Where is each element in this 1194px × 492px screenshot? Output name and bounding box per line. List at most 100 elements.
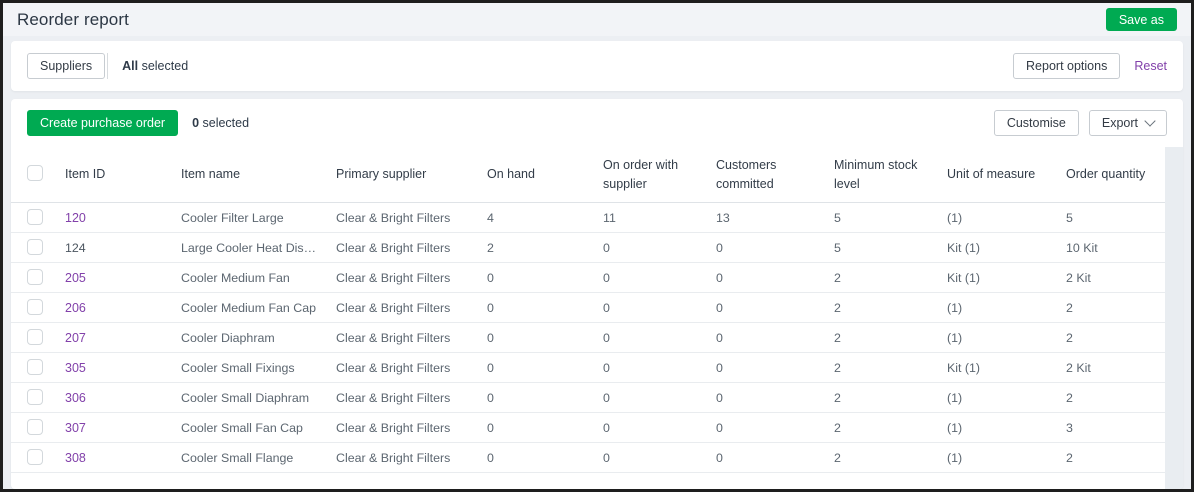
- page-title: Reorder report: [17, 10, 129, 30]
- row-checkbox-cell: [27, 448, 65, 467]
- row-checkbox[interactable]: [27, 329, 43, 345]
- table-scrollbar[interactable]: [1165, 147, 1183, 489]
- item-id-cell: 306: [65, 391, 181, 405]
- filter-selection-suffix: selected: [138, 59, 188, 73]
- order-quantity-cell: 3: [1066, 421, 1165, 435]
- min-stock-level-cell: 5: [834, 241, 947, 255]
- export-label: Export: [1102, 116, 1138, 130]
- primary-supplier-cell: Clear & Bright Filters: [336, 241, 487, 255]
- table-toolbar: Create purchase order 0 selected Customi…: [11, 99, 1183, 147]
- unit-of-measure-cell: Kit (1): [947, 361, 1066, 375]
- table-body: 120 Cooler Filter Large Clear & Bright F…: [11, 203, 1165, 473]
- primary-supplier-cell: Clear & Bright Filters: [336, 271, 487, 285]
- suppliers-filter-button[interactable]: Suppliers: [27, 53, 105, 79]
- create-purchase-order-button[interactable]: Create purchase order: [27, 110, 178, 136]
- customers-committed-cell: 0: [716, 451, 834, 465]
- on-hand-cell: 4: [487, 211, 603, 225]
- on-hand-cell: 0: [487, 391, 603, 405]
- table-row: 205 Cooler Medium Fan Clear & Bright Fil…: [11, 263, 1165, 293]
- save-as-button[interactable]: Save as: [1106, 8, 1177, 31]
- row-checkbox[interactable]: [27, 209, 43, 225]
- item-id-cell: 124: [65, 241, 181, 255]
- column-header-item-id: Item ID: [65, 165, 181, 183]
- unit-of-measure-cell: Kit (1): [947, 241, 1066, 255]
- row-checkbox[interactable]: [27, 419, 43, 435]
- on-hand-cell: 0: [487, 331, 603, 345]
- selected-count-value: 0: [192, 116, 199, 130]
- min-stock-level-cell: 2: [834, 391, 947, 405]
- item-id-link[interactable]: 306: [65, 391, 86, 405]
- report-options-button[interactable]: Report options: [1013, 53, 1120, 79]
- order-quantity-cell: 2: [1066, 331, 1165, 345]
- item-id-link[interactable]: 305: [65, 361, 86, 375]
- unit-of-measure-cell: (1): [947, 391, 1066, 405]
- on-hand-cell: 0: [487, 301, 603, 315]
- row-checkbox[interactable]: [27, 239, 43, 255]
- select-all-checkbox[interactable]: [27, 165, 43, 181]
- table-row: 308 Cooler Small Flange Clear & Bright F…: [11, 443, 1165, 473]
- page-header: Reorder report Save as: [3, 3, 1191, 36]
- on-hand-cell: 0: [487, 451, 603, 465]
- item-id-cell: 207: [65, 331, 181, 345]
- column-header-item-name: Item name: [181, 165, 336, 183]
- min-stock-level-cell: 2: [834, 331, 947, 345]
- on-order-cell: 0: [603, 361, 716, 375]
- table-row: 207 Cooler Diaphram Clear & Bright Filte…: [11, 323, 1165, 353]
- on-order-cell: 11: [603, 211, 716, 225]
- row-checkbox-cell: [27, 418, 65, 437]
- row-checkbox[interactable]: [27, 269, 43, 285]
- item-id-cell: 120: [65, 211, 181, 225]
- row-checkbox[interactable]: [27, 299, 43, 315]
- row-checkbox-cell: [27, 388, 65, 407]
- chevron-down-icon: [1144, 115, 1155, 126]
- on-order-cell: 0: [603, 451, 716, 465]
- item-name-cell: Cooler Small Fixings: [181, 361, 336, 375]
- customers-committed-cell: 0: [716, 241, 834, 255]
- row-checkbox-cell: [27, 208, 65, 227]
- order-quantity-cell: 2: [1066, 451, 1165, 465]
- table-row: 305 Cooler Small Fixings Clear & Bright …: [11, 353, 1165, 383]
- select-all-cell: [27, 164, 65, 185]
- row-checkbox[interactable]: [27, 389, 43, 405]
- row-checkbox-cell: [27, 298, 65, 317]
- item-id-link[interactable]: 120: [65, 211, 86, 225]
- selected-count-suffix: selected: [199, 116, 249, 130]
- item-id-link[interactable]: 205: [65, 271, 86, 285]
- row-checkbox[interactable]: [27, 449, 43, 465]
- item-name-cell: Cooler Filter Large: [181, 211, 336, 225]
- item-name-cell: Cooler Small Flange: [181, 451, 336, 465]
- min-stock-level-cell: 2: [834, 421, 947, 435]
- item-id-cell: 308: [65, 451, 181, 465]
- app-window: Reorder report Save as Suppliers All sel…: [0, 0, 1194, 492]
- unit-of-measure-cell: (1): [947, 451, 1066, 465]
- reset-link[interactable]: Reset: [1134, 59, 1167, 73]
- item-id-link[interactable]: 206: [65, 301, 86, 315]
- order-quantity-cell: 10 Kit: [1066, 241, 1165, 255]
- customers-committed-cell: 0: [716, 301, 834, 315]
- unit-of-measure-cell: Kit (1): [947, 271, 1066, 285]
- item-id-link[interactable]: 207: [65, 331, 86, 345]
- item-name-cell: Cooler Small Diaphram: [181, 391, 336, 405]
- item-id-link[interactable]: 308: [65, 451, 86, 465]
- min-stock-level-cell: 5: [834, 211, 947, 225]
- item-id-link[interactable]: 307: [65, 421, 86, 435]
- primary-supplier-cell: Clear & Bright Filters: [336, 421, 487, 435]
- row-checkbox[interactable]: [27, 359, 43, 375]
- min-stock-level-cell: 2: [834, 301, 947, 315]
- min-stock-level-cell: 2: [834, 271, 947, 285]
- order-quantity-cell: 5: [1066, 211, 1165, 225]
- column-header-order-quantity: Order quantity: [1066, 165, 1165, 183]
- primary-supplier-cell: Clear & Bright Filters: [336, 451, 487, 465]
- on-hand-cell: 0: [487, 361, 603, 375]
- on-order-cell: 0: [603, 271, 716, 285]
- primary-supplier-cell: Clear & Bright Filters: [336, 391, 487, 405]
- item-id-text: 124: [65, 241, 86, 255]
- row-checkbox-cell: [27, 238, 65, 257]
- export-button[interactable]: Export: [1089, 110, 1167, 136]
- on-order-cell: 0: [603, 301, 716, 315]
- column-header-unit-of-measure: Unit of measure: [947, 165, 1066, 183]
- reorder-table: Item IDItem namePrimary supplierOn handO…: [11, 147, 1165, 489]
- customise-button[interactable]: Customise: [994, 110, 1079, 136]
- item-name-cell: Cooler Small Fan Cap: [181, 421, 336, 435]
- table-header-row: Item IDItem namePrimary supplierOn handO…: [11, 147, 1165, 203]
